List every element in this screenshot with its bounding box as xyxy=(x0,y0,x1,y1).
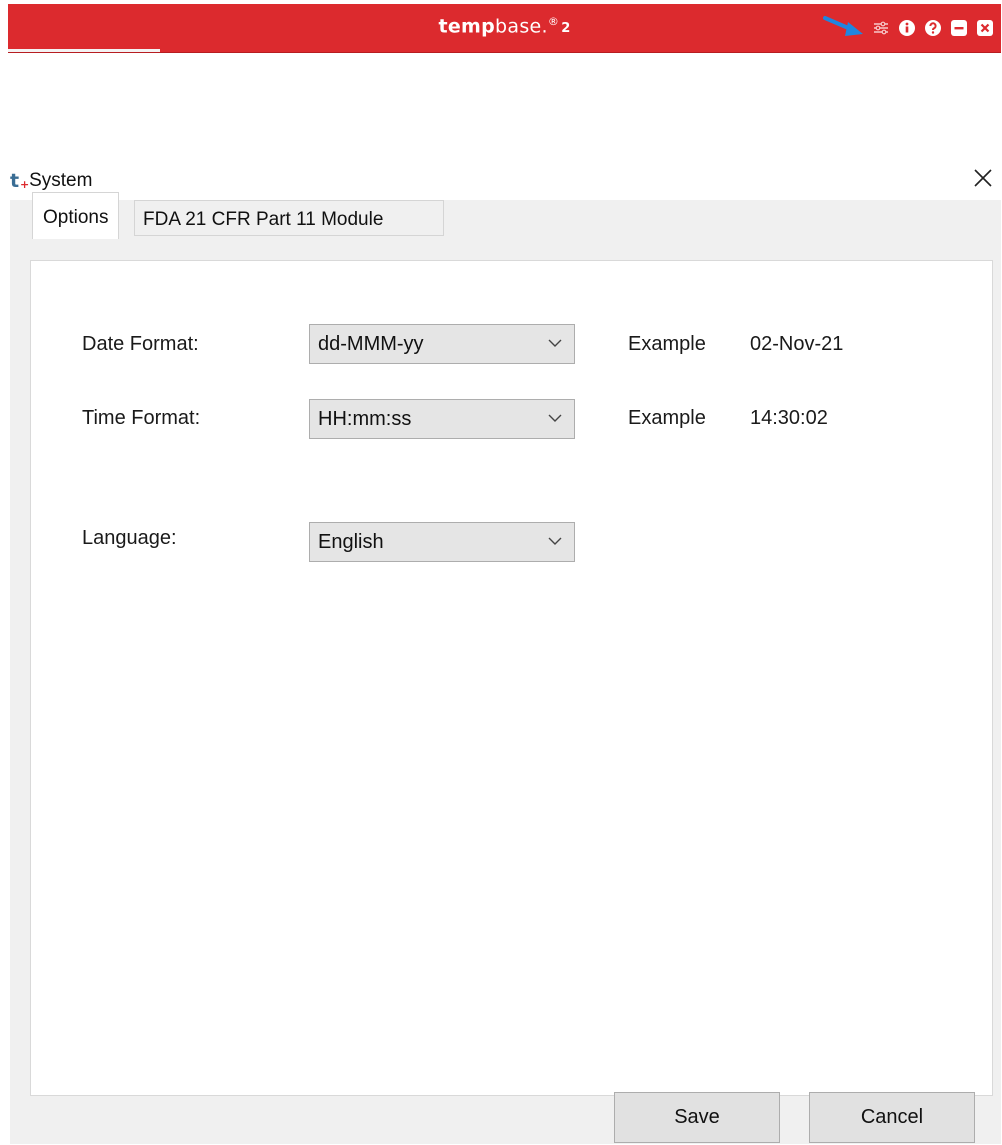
date-format-label: Date Format: xyxy=(82,333,199,355)
dialog-body: FDA 21 CFR Part 11 Module Options Date F… xyxy=(10,192,1001,1144)
minimize-icon[interactable] xyxy=(949,18,969,38)
language-select[interactable]: English xyxy=(309,522,575,562)
language-label: Language: xyxy=(82,527,177,549)
help-icon[interactable] xyxy=(923,18,943,38)
time-format-label: Time Format: xyxy=(82,407,201,429)
window-controls xyxy=(871,17,995,39)
close-icon[interactable] xyxy=(975,18,995,38)
chevron-down-icon xyxy=(548,537,562,545)
time-example-value: 14:30:02 xyxy=(750,407,828,429)
time-example-label: Example xyxy=(628,407,706,429)
time-format-select[interactable]: HH:mm:ss xyxy=(309,399,575,439)
date-example-label: Example xyxy=(628,333,706,355)
cancel-button[interactable]: Cancel xyxy=(809,1092,975,1143)
brand-part-1: temp xyxy=(438,15,496,38)
date-format-select[interactable]: dd-MMM-yy xyxy=(309,324,575,364)
dialog-title-bar: t + System xyxy=(10,168,92,194)
app-title-bar: tempbase.® 2 xyxy=(8,4,1001,52)
tab-options[interactable]: Options xyxy=(32,192,120,239)
menu-sliders-icon[interactable] xyxy=(871,18,891,38)
options-panel: Date Format: dd-MMM-yy Example 02-Nov-21… xyxy=(30,260,993,1096)
chevron-down-icon xyxy=(548,414,562,422)
save-button[interactable]: Save xyxy=(614,1092,780,1143)
app-logo-icon: t + xyxy=(10,170,30,192)
brand-registered: ® xyxy=(547,15,560,28)
chevron-down-icon xyxy=(548,339,562,347)
brand-version: 2 xyxy=(561,21,571,37)
tab-fda-21-cfr[interactable]: FDA 21 CFR Part 11 Module xyxy=(134,200,444,236)
app-bar-underline xyxy=(8,49,160,52)
date-example-value: 02-Nov-21 xyxy=(750,333,844,355)
dialog-title: System xyxy=(29,170,93,191)
info-icon[interactable] xyxy=(897,18,917,38)
brand-part-2: base. xyxy=(495,15,548,38)
close-icon[interactable] xyxy=(969,164,997,192)
annotation-arrow-icon xyxy=(823,16,863,36)
